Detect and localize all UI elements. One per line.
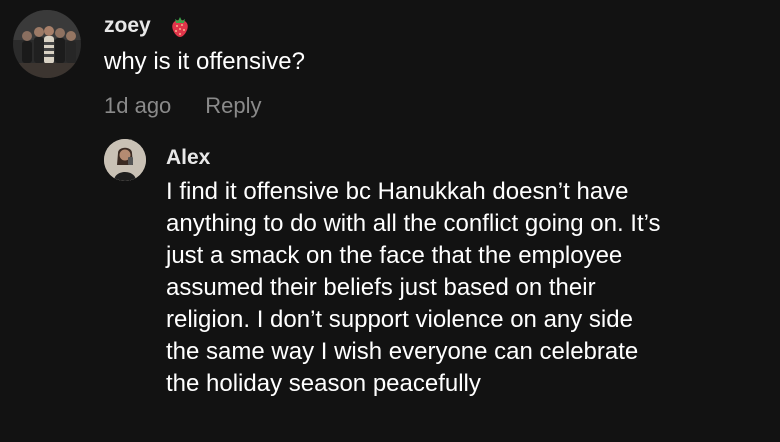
strawberry-icon (169, 14, 191, 38)
comment-text: why is it offensive? (104, 48, 305, 75)
reply-text: I find it offensive bc Hanukkah doesn’t … (166, 178, 661, 397)
reply-author-name[interactable]: Alex (166, 146, 210, 170)
reply-avatar[interactable] (104, 139, 146, 181)
comment-timestamp: 1d ago (104, 93, 172, 118)
comment-meta: 1d ago Reply (104, 92, 262, 120)
avatar[interactable] (13, 10, 81, 78)
reply-button[interactable]: Reply (205, 92, 261, 120)
comment-author-name[interactable]: zoey (104, 14, 151, 38)
comments-thread: zoey why is it offensive? 1d ago Reply A… (0, 0, 780, 442)
